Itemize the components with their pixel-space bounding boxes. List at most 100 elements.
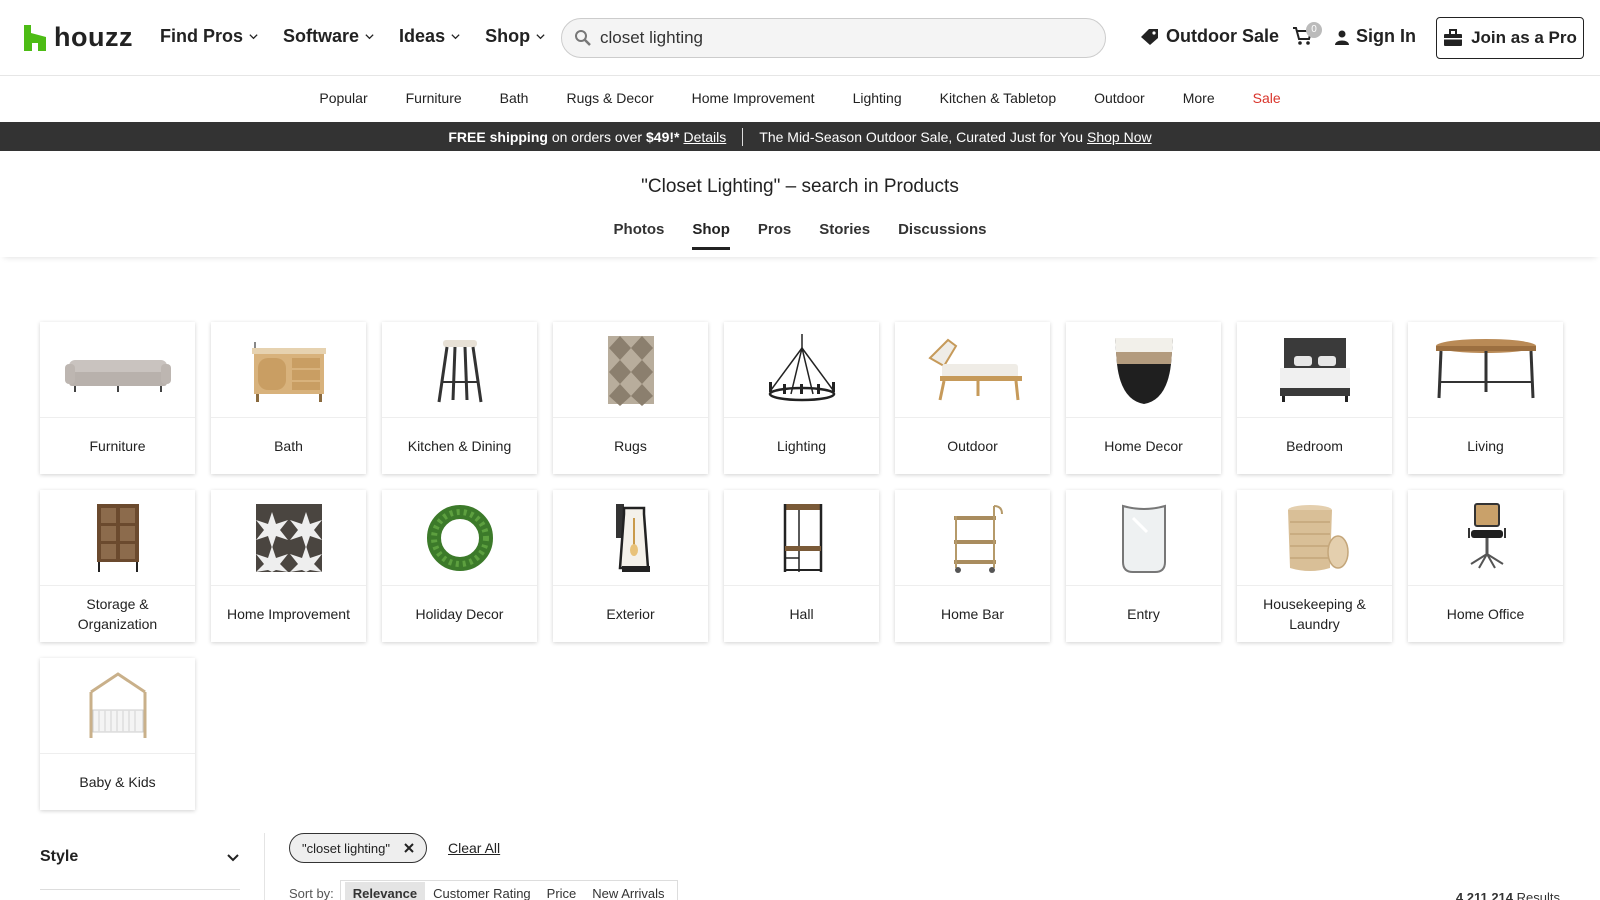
tile-exterior-image	[553, 490, 708, 586]
tab-discussions[interactable]: Discussions	[898, 221, 986, 250]
promo-orders-over: on orders over	[551, 128, 643, 145]
tile-holiday-decor-label: Holiday Decor	[415, 606, 504, 622]
nav-find-pros[interactable]: Find Pros	[160, 26, 259, 47]
category-furniture[interactable]: Furniture	[387, 76, 481, 122]
tab-stories[interactable]: Stories	[819, 221, 870, 250]
tile-holiday-decor[interactable]: Holiday Decor	[382, 490, 537, 642]
tile-icon	[255, 503, 322, 572]
hall-tree-icon	[783, 503, 822, 572]
tile-home-bar[interactable]: Home Bar	[895, 490, 1050, 642]
coffee-table-icon	[1435, 338, 1536, 398]
tile-home-office-label: Home Office	[1446, 606, 1525, 622]
sort-price[interactable]: Price	[539, 882, 585, 900]
clear-all-link[interactable]: Clear All	[448, 840, 500, 856]
style-filter-label: Style	[40, 848, 79, 865]
sort-new-arrivals[interactable]: New Arrivals	[584, 882, 672, 900]
tile-baby-kids[interactable]: Baby & Kids	[40, 658, 195, 810]
promo-banner: FREE shipping on orders over $49!* Detai…	[0, 122, 1600, 151]
tile-living[interactable]: Living	[1408, 322, 1563, 474]
tile-kitchen-dining[interactable]: Kitchen & Dining	[382, 322, 537, 474]
tile-home-improvement[interactable]: Home Improvement	[211, 490, 366, 642]
houzz-logo-icon	[24, 24, 46, 51]
sort-relevance[interactable]: Relevance	[344, 881, 426, 900]
tab-pros[interactable]: Pros	[758, 221, 791, 250]
search-icon	[575, 30, 591, 46]
tile-hall[interactable]: Hall	[724, 490, 879, 642]
style-filter-toggle[interactable]: Style	[40, 848, 240, 866]
tile-outdoor-label: Outdoor	[947, 438, 998, 454]
close-icon[interactable]	[404, 843, 414, 853]
lounger-icon	[927, 338, 1022, 400]
nav-ideas-label: Ideas	[399, 26, 446, 46]
join-as-pro-button[interactable]: Join as a Pro	[1436, 17, 1584, 59]
tile-exterior[interactable]: Exterior	[553, 490, 708, 642]
tile-entry-label: Entry	[1127, 606, 1160, 622]
site-header: houzz Find Pros Software Ideas Shop clos…	[0, 0, 1600, 76]
sign-in-link[interactable]: Sign In	[1334, 26, 1416, 47]
category-lighting[interactable]: Lighting	[834, 76, 921, 122]
tab-photos[interactable]: Photos	[614, 221, 665, 250]
nav-software[interactable]: Software	[283, 26, 375, 47]
promo-amount: $49!*	[646, 128, 680, 145]
tile-living-label: Living	[1467, 438, 1504, 454]
tile-home-office[interactable]: Home Office	[1408, 490, 1563, 642]
nav-ideas[interactable]: Ideas	[399, 26, 461, 47]
tile-housekeeping-laundry-image	[1237, 490, 1392, 586]
promo-details-link[interactable]: Details	[683, 129, 726, 145]
bed-icon	[1279, 337, 1350, 402]
houzz-logo[interactable]: houzz	[24, 22, 133, 53]
stool-icon	[437, 339, 482, 402]
office-chair-icon	[1467, 502, 1506, 568]
tile-housekeeping-laundry[interactable]: Housekeeping & Laundry	[1237, 490, 1392, 642]
tile-bedroom[interactable]: Bedroom	[1237, 322, 1392, 474]
search-input[interactable]	[600, 28, 1080, 48]
vase-icon	[1114, 337, 1173, 404]
tile-furniture[interactable]: Furniture	[40, 322, 195, 474]
nav-shop[interactable]: Shop	[485, 26, 546, 47]
vanity-icon	[251, 341, 326, 402]
promo-shop-now-link[interactable]: Shop Now	[1087, 129, 1152, 145]
active-filter-chip[interactable]: "closet lighting"	[289, 833, 427, 863]
tile-bath-label: Bath	[274, 438, 303, 454]
promo-divider	[742, 127, 744, 146]
tile-rugs[interactable]: Rugs	[553, 322, 708, 474]
outdoor-sale-label: Outdoor Sale	[1166, 26, 1280, 46]
chevron-down-icon	[227, 854, 239, 862]
tile-baby-kids-image	[40, 658, 195, 754]
tile-storage-organization-image	[40, 490, 195, 586]
sofa-icon	[64, 359, 171, 392]
category-home-improvement[interactable]: Home Improvement	[673, 76, 834, 122]
tile-storage-organization[interactable]: Storage & Organization	[40, 490, 195, 642]
crib-icon	[89, 671, 146, 738]
tile-bath[interactable]: Bath	[211, 322, 366, 474]
nav-shop-label: Shop	[485, 26, 531, 46]
tile-home-decor[interactable]: Home Decor	[1066, 322, 1221, 474]
join-as-pro-label: Join as a Pro	[1471, 28, 1577, 47]
category-more[interactable]: More	[1164, 76, 1234, 122]
tile-furniture-image	[40, 322, 195, 418]
category-bath[interactable]: Bath	[481, 76, 548, 122]
promo-free-shipping: FREE shipping	[448, 128, 548, 145]
tile-rugs-label: Rugs	[614, 438, 647, 454]
cabinet-icon	[96, 503, 139, 572]
wreath-icon	[426, 504, 493, 571]
category-sale[interactable]: Sale	[1234, 76, 1300, 122]
tile-lighting-image	[724, 322, 879, 418]
tab-shop[interactable]: Shop	[692, 221, 730, 250]
category-kitchen-tabletop[interactable]: Kitchen & Tabletop	[921, 76, 1076, 122]
tile-lighting[interactable]: Lighting	[724, 322, 879, 474]
category-tiles: Furniture Bath Kitchen & Dining Rugs Lig…	[40, 322, 1563, 810]
outdoor-sale-link[interactable]: Outdoor Sale	[1140, 26, 1279, 47]
tile-furniture-label: Furniture	[89, 438, 146, 454]
tile-entry[interactable]: Entry	[1066, 490, 1221, 642]
tile-rugs-image	[553, 322, 708, 418]
category-popular[interactable]: Popular	[300, 76, 386, 122]
tile-home-decor-label: Home Decor	[1104, 438, 1183, 454]
cart-button[interactable]: 0	[1292, 22, 1322, 51]
tile-outdoor[interactable]: Outdoor	[895, 322, 1050, 474]
sort-customer-rating[interactable]: Customer Rating	[425, 882, 539, 900]
tile-baby-kids-label: Baby & Kids	[79, 774, 156, 790]
category-rugs-decor[interactable]: Rugs & Decor	[547, 76, 672, 122]
tile-bath-image	[211, 322, 366, 418]
category-outdoor[interactable]: Outdoor	[1075, 76, 1164, 122]
